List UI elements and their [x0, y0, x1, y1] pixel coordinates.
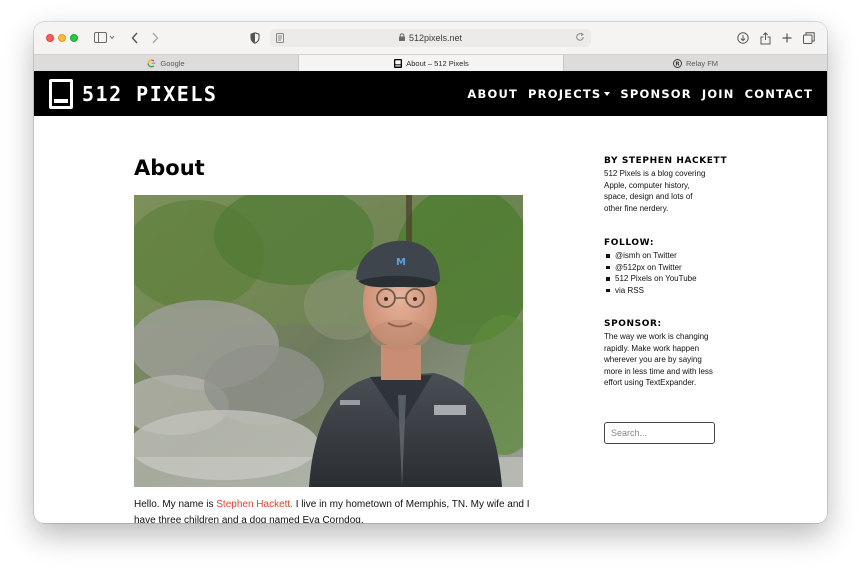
author-photo: M — [134, 195, 523, 487]
address-bar[interactable]: 512pixels.net — [270, 29, 591, 47]
sidebar-description: 512 Pixels is a blog covering Apple, com… — [604, 169, 706, 213]
zoom-window-button[interactable] — [70, 34, 78, 42]
follow-link-youtube[interactable]: 512 Pixels on YouTube — [604, 273, 697, 285]
tab-overview-icon[interactable] — [802, 30, 816, 46]
sidebar-heading-follow: FOLLOW: — [604, 238, 655, 248]
url-text: 512pixels.net — [408, 33, 463, 43]
main-nav: ABOUT PROJECTS SPONSOR JOIN CONTACT — [457, 87, 813, 101]
classic-mac-icon — [49, 79, 73, 109]
relayfm-favicon: R — [673, 59, 682, 68]
share-icon[interactable] — [758, 30, 772, 46]
tab-label: Relay FM — [685, 59, 719, 68]
lock-icon — [398, 33, 405, 43]
sidebar-heading-sponsor: SPONSOR: — [604, 319, 662, 329]
page-title: About — [134, 156, 205, 180]
svg-text:M: M — [396, 257, 406, 268]
downloads-icon[interactable] — [736, 30, 750, 46]
sidebar-toggle-icon[interactable] — [92, 30, 118, 46]
sidebar-heading-by: BY STEPHEN HACKETT — [604, 156, 728, 166]
author-link[interactable]: Stephen Hackett. — [216, 499, 293, 510]
tab-512pixels-about[interactable]: About – 512 Pixels — [298, 55, 563, 72]
tab-relay-fm[interactable]: R Relay FM — [563, 55, 827, 72]
follow-link-ismh-twitter[interactable]: @ismh on Twitter — [604, 250, 697, 262]
tab-label: Google — [160, 59, 185, 68]
logo-text: 512 PIXELS — [82, 82, 218, 106]
nav-sponsor[interactable]: SPONSOR — [620, 87, 691, 101]
nav-projects[interactable]: PROJECTS — [528, 87, 611, 101]
sidebar-about-widget: BY STEPHEN HACKETT 512 Pixels is a blog … — [604, 156, 727, 214]
forward-icon[interactable] — [148, 30, 162, 46]
follow-list: @ismh on Twitter @512px on Twitter 512 P… — [604, 250, 697, 296]
nav-about[interactable]: ABOUT — [467, 87, 518, 101]
follow-link-512px-twitter[interactable]: @512px on Twitter — [604, 262, 697, 274]
chevron-down-icon — [604, 92, 611, 96]
nav-join[interactable]: JOIN — [702, 87, 735, 101]
follow-link-rss[interactable]: via RSS — [604, 285, 697, 297]
sponsor-text[interactable]: The way we work is changing rapidly. Mak… — [604, 331, 716, 389]
site-header: 512 PIXELS ABOUT PROJECTS SPONSOR JOIN C… — [34, 71, 827, 116]
tab-label: About – 512 Pixels — [406, 59, 469, 68]
sidebar-sponsor-widget: SPONSOR: The way we work is changing rap… — [604, 319, 716, 389]
tab-google[interactable]: Google — [34, 55, 298, 72]
close-window-button[interactable] — [46, 34, 54, 42]
search-input[interactable]: Search... — [604, 422, 715, 444]
nav-contact[interactable]: CONTACT — [745, 87, 813, 101]
sidebar-follow-widget: FOLLOW: @ismh on Twitter @512px on Twitt… — [604, 238, 697, 296]
intro-paragraph: Hello. My name is Stephen Hackett. I liv… — [134, 499, 530, 523]
privacy-shield-icon[interactable] — [248, 30, 262, 46]
reader-icon[interactable] — [276, 33, 284, 45]
site-logo[interactable]: 512 PIXELS — [49, 79, 217, 109]
512pixels-favicon — [393, 59, 402, 68]
new-tab-icon[interactable] — [780, 30, 794, 46]
tab-bar: Google About – 512 Pixels R Relay FM — [34, 54, 827, 72]
browser-window: 512pixels.net Google About – 512 Pixels … — [34, 22, 827, 523]
minimize-window-button[interactable] — [58, 34, 66, 42]
browser-toolbar: 512pixels.net — [34, 22, 827, 54]
back-icon[interactable] — [128, 30, 142, 46]
page-content: About M Hello. My name is Stephen Hacket… — [34, 116, 827, 523]
google-favicon — [147, 59, 156, 68]
reload-icon[interactable] — [575, 32, 585, 44]
